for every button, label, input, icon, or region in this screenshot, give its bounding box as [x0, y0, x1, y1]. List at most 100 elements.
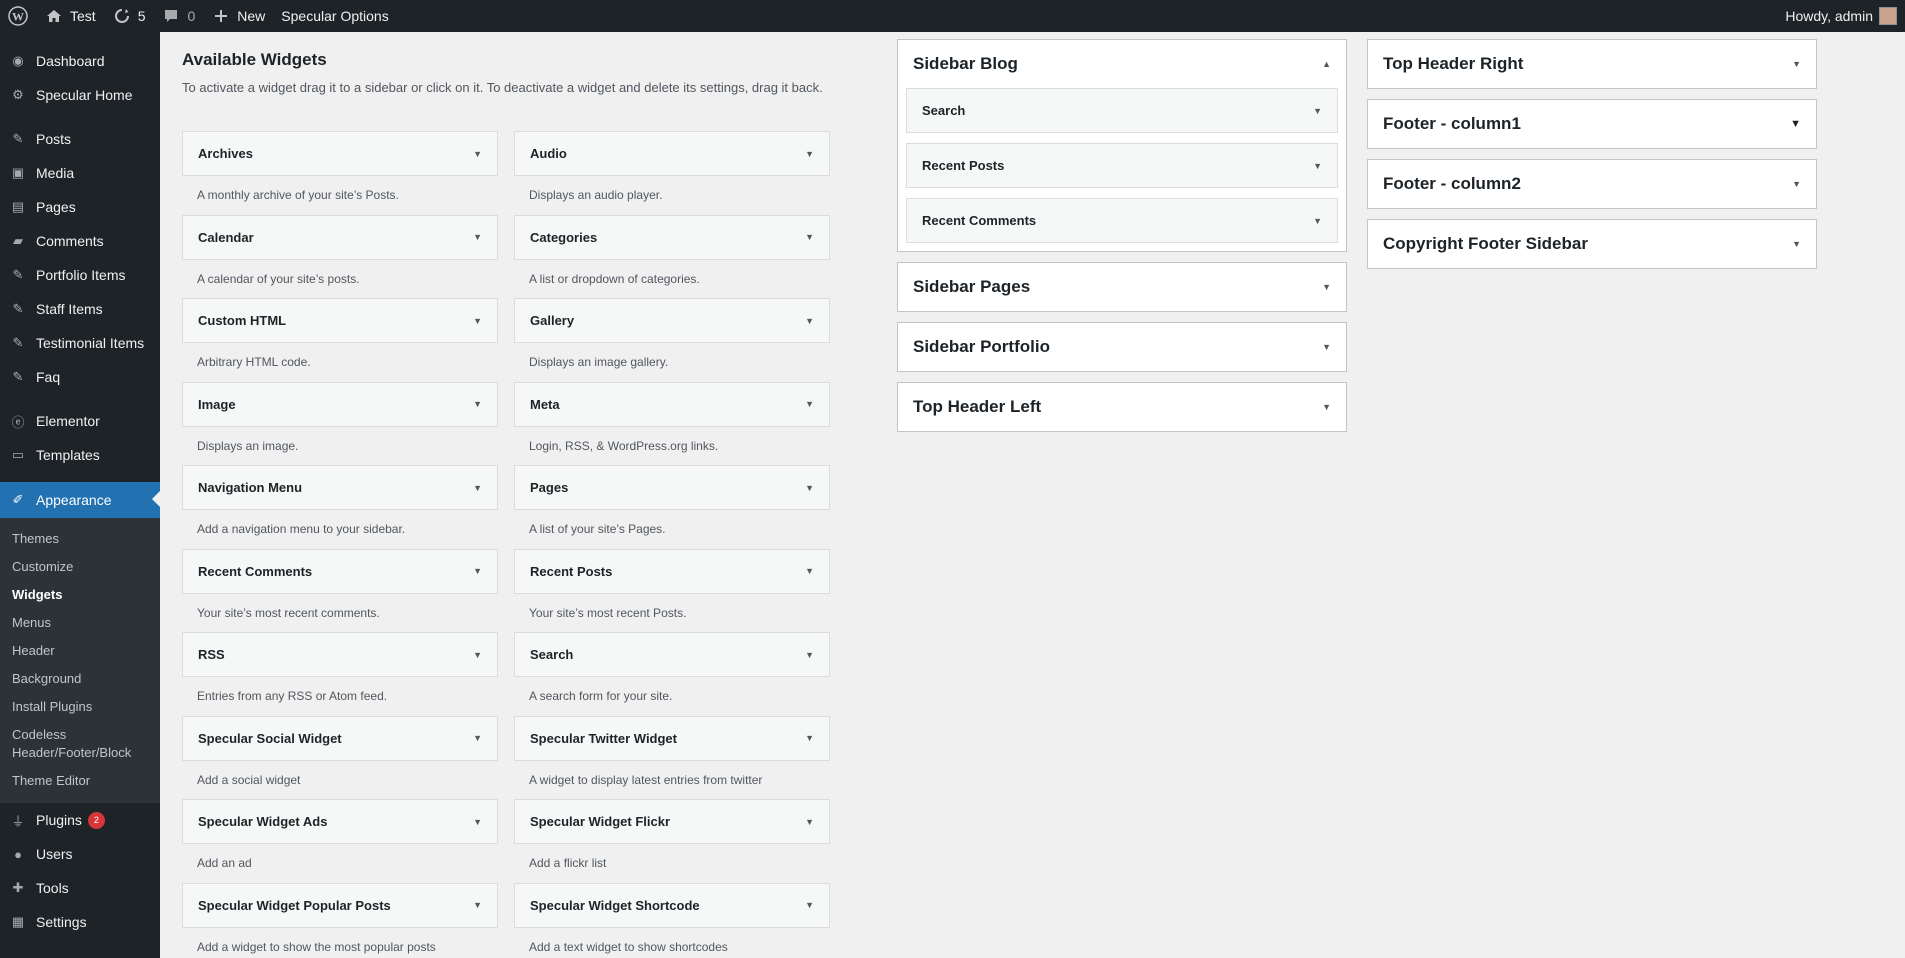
menu-testimonial-items[interactable]: ✎ Testimonial Items [0, 326, 160, 360]
menu-elementor[interactable]: ⓔ Elementor [0, 404, 160, 438]
caret-up-icon[interactable]: ▲ [1322, 59, 1331, 69]
menu-specular-home[interactable]: ⚙ Specular Home [0, 78, 160, 112]
caret-down-icon[interactable]: ▼ [1792, 59, 1801, 69]
menu-settings[interactable]: ▦ Settings [0, 905, 160, 939]
pages-icon: ▤ [11, 199, 25, 214]
comments-link[interactable]: 0 [153, 0, 203, 32]
updates-link[interactable]: 5 [104, 0, 154, 32]
menu-tools[interactable]: ✚ Tools [0, 871, 160, 905]
menu-pages[interactable]: ▤ Pages [0, 190, 160, 224]
caret-down-icon[interactable]: ▼ [1313, 216, 1322, 226]
caret-down-icon[interactable]: ▼ [473, 316, 482, 326]
caret-down-icon[interactable]: ▼ [1313, 106, 1322, 116]
caret-down-icon[interactable]: ▼ [805, 817, 814, 827]
caret-down-icon[interactable]: ▼ [805, 900, 814, 910]
menu-templates[interactable]: ▭ Templates [0, 438, 160, 472]
widget-specular-widget-flickr[interactable]: Specular Widget Flickr ▼ [514, 799, 830, 844]
caret-down-icon[interactable]: ▼ [473, 650, 482, 660]
widget-calendar[interactable]: Calendar ▼ [182, 214, 498, 260]
menu-media[interactable]: ▣ Media [0, 156, 160, 190]
caret-down-icon[interactable]: ▼ [473, 900, 482, 910]
submenu-widgets[interactable]: Widgets [0, 581, 160, 609]
menu-plugins[interactable]: ⏚ Plugins 2 [0, 803, 160, 837]
menu-faq[interactable]: ✎ Faq [0, 360, 160, 394]
menu-staff-items[interactable]: ✎ Staff Items [0, 292, 160, 326]
sidebar-widget-search[interactable]: Search ▼ [906, 88, 1338, 133]
caret-down-icon[interactable]: ▼ [473, 733, 482, 743]
sidebar-widget-recent-posts[interactable]: Recent Posts ▼ [906, 143, 1338, 188]
caret-down-icon[interactable]: ▼ [805, 483, 814, 493]
sidebar-header[interactable]: Footer - column1 ▼ [1368, 100, 1816, 148]
menu-dashboard[interactable]: ◉ Dashboard [0, 44, 160, 78]
widget-audio[interactable]: Audio ▼ [514, 131, 830, 176]
caret-down-icon[interactable]: ▼ [473, 483, 482, 493]
widget-meta[interactable]: Meta ▼ [514, 381, 830, 427]
pin-icon: ✎ [12, 369, 24, 384]
menu-posts[interactable]: ✎ Posts [0, 122, 160, 156]
site-name-link[interactable]: Test [36, 0, 104, 32]
widget-title: Gallery [530, 313, 575, 328]
submenu-theme-editor[interactable]: Theme Editor [0, 767, 160, 795]
caret-down-icon[interactable]: ▼ [473, 817, 482, 827]
caret-down-icon[interactable]: ▼ [1792, 239, 1801, 249]
widget-search[interactable]: Search ▼ [514, 632, 830, 677]
theme-options-link[interactable]: Specular Options [273, 0, 396, 32]
caret-down-icon[interactable]: ▼ [805, 399, 814, 409]
widget-archives[interactable]: Archives ▼ [182, 131, 498, 176]
widget-recent-comments[interactable]: Recent Comments ▼ [182, 548, 498, 594]
menu-portfolio-items[interactable]: ✎ Portfolio Items [0, 258, 160, 292]
menu-appearance[interactable]: ✐ Appearance [0, 482, 160, 518]
sidebar-header[interactable]: Sidebar Blog ▲ [898, 40, 1346, 88]
caret-down-icon[interactable]: ▼ [805, 149, 814, 159]
widget-recent-posts[interactable]: Recent Posts ▼ [514, 548, 830, 594]
sidebar-header[interactable]: Copyright Footer Sidebar ▼ [1368, 220, 1816, 268]
caret-down-icon[interactable]: ▼ [1790, 118, 1801, 130]
menu-comments[interactable]: ▰ Comments [0, 224, 160, 258]
menu-users[interactable]: ● Users [0, 837, 160, 871]
widget-rss[interactable]: RSS ▼ [182, 632, 498, 677]
widget-categories[interactable]: Categories ▼ [514, 214, 830, 260]
sidebar-widget-recent-comments[interactable]: Recent Comments ▼ [906, 198, 1338, 243]
widget-custom-html[interactable]: Custom HTML ▼ [182, 298, 498, 343]
caret-down-icon[interactable]: ▼ [1792, 179, 1801, 189]
caret-down-icon[interactable]: ▼ [1313, 161, 1322, 171]
caret-down-icon[interactable]: ▼ [473, 149, 482, 159]
widget-specular-widget-shortcode[interactable]: Specular Widget Shortcode ▼ [514, 882, 830, 928]
caret-down-icon[interactable]: ▼ [1322, 282, 1331, 292]
caret-down-icon[interactable]: ▼ [805, 316, 814, 326]
widget-pages[interactable]: Pages ▼ [514, 465, 830, 510]
caret-down-icon[interactable]: ▼ [473, 232, 482, 242]
caret-down-icon[interactable]: ▼ [473, 566, 482, 576]
submenu-menus[interactable]: Menus [0, 609, 160, 637]
caret-down-icon[interactable]: ▼ [805, 733, 814, 743]
caret-down-icon[interactable]: ▼ [1322, 342, 1331, 352]
sidebar-header[interactable]: Top Header Right ▼ [1368, 40, 1816, 88]
widget-gallery[interactable]: Gallery ▼ [514, 298, 830, 343]
sidebar-header[interactable]: Footer - column2 ▼ [1368, 160, 1816, 208]
widget-specular-social-widget[interactable]: Specular Social Widget ▼ [182, 715, 498, 761]
widget-specular-twitter-widget[interactable]: Specular Twitter Widget ▼ [514, 715, 830, 761]
submenu-themes[interactable]: Themes [0, 525, 160, 553]
submenu-header[interactable]: Header [0, 637, 160, 665]
submenu-codeless[interactable]: Codeless Header/Footer/Block [0, 721, 160, 767]
sidebar-header[interactable]: Top Header Left ▼ [898, 383, 1346, 431]
widget-description: Add a text widget to show shortcodes [529, 939, 728, 954]
widget-specular-widget-popular-posts[interactable]: Specular Widget Popular Posts ▼ [182, 882, 498, 928]
caret-down-icon[interactable]: ▼ [805, 232, 814, 242]
caret-down-icon[interactable]: ▼ [805, 566, 814, 576]
submenu-background[interactable]: Background [0, 665, 160, 693]
submenu-install-plugins[interactable]: Install Plugins [0, 693, 160, 721]
widget-specular-widget-ads[interactable]: Specular Widget Ads ▼ [182, 799, 498, 844]
wordpress-logo-icon[interactable]: W [0, 0, 36, 32]
my-account[interactable]: Howdy, admin [1785, 0, 1905, 32]
new-content-link[interactable]: New [203, 0, 273, 32]
widget-navigation-menu[interactable]: Navigation Menu ▼ [182, 465, 498, 510]
submenu-customize[interactable]: Customize [0, 553, 160, 581]
sidebar-header[interactable]: Sidebar Pages ▼ [898, 263, 1346, 311]
menu-label: Specular Home [36, 87, 133, 103]
sidebar-header[interactable]: Sidebar Portfolio ▼ [898, 323, 1346, 371]
caret-down-icon[interactable]: ▼ [1322, 402, 1331, 412]
caret-down-icon[interactable]: ▼ [805, 650, 814, 660]
caret-down-icon[interactable]: ▼ [473, 399, 482, 409]
widget-image[interactable]: Image ▼ [182, 381, 498, 427]
